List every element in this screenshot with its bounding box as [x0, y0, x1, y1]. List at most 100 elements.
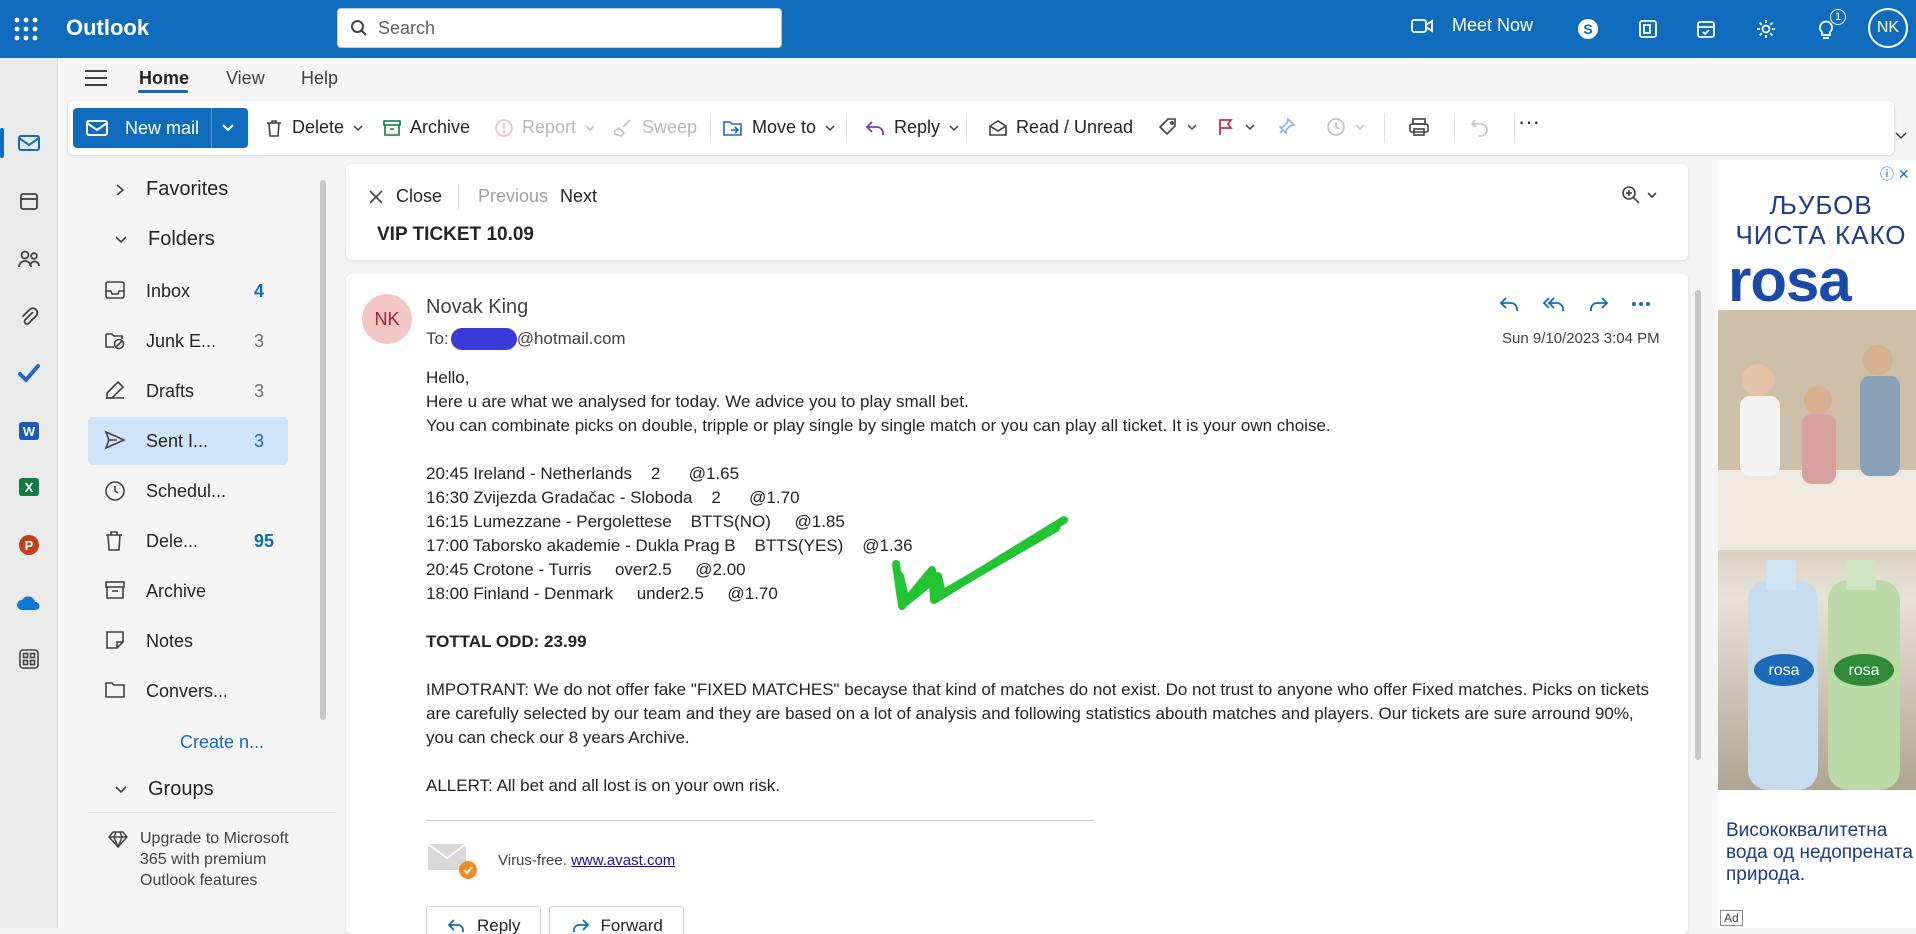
folder-conversation-history[interactable]: Convers... — [88, 667, 288, 715]
ad-info-icon[interactable]: ⓘ ✕ — [1880, 164, 1910, 184]
previous-button[interactable]: Previous — [478, 186, 548, 207]
reply-all-icon[interactable] — [1542, 294, 1566, 314]
message-subject: VIP TICKET 10.09 — [377, 224, 534, 245]
print-button[interactable] — [1408, 117, 1430, 137]
categorize-button[interactable] — [1158, 117, 1198, 137]
new-mail-button[interactable]: New mail — [73, 108, 248, 148]
ribbon-toolbar: New mail Delete Archive Report Sweep Mov… — [68, 101, 1907, 155]
folder-archive[interactable]: Archive — [88, 567, 288, 615]
more-apps-icon[interactable] — [14, 644, 44, 674]
ribbon-separator — [1514, 113, 1515, 143]
folder-junk[interactable]: Junk E... 3 — [88, 317, 288, 365]
archive-button[interactable]: Archive — [382, 117, 470, 138]
tab-help[interactable]: Help — [301, 68, 338, 89]
upgrade-banner[interactable]: Upgrade to Microsoft 365 with premium Ou… — [88, 828, 318, 891]
chevron-down-icon — [1354, 122, 1366, 132]
chevron-down-icon[interactable] — [1186, 122, 1198, 132]
favorites-header[interactable]: Favorites — [114, 178, 228, 201]
chevron-down-icon[interactable] — [948, 123, 960, 133]
more-options-button[interactable]: ··· — [1518, 109, 1540, 135]
more-icon[interactable] — [1630, 294, 1652, 314]
reply-button[interactable]: Reply — [864, 117, 960, 138]
hamburger-menu-icon[interactable] — [84, 68, 108, 88]
todo-icon[interactable] — [14, 358, 44, 388]
folder-sent-items[interactable]: Sent I... 3 — [88, 417, 288, 465]
tab-view[interactable]: View — [226, 68, 265, 89]
folder-icon — [104, 680, 126, 700]
meet-now-button[interactable]: Meet Now — [1410, 15, 1533, 36]
flag-icon — [1216, 117, 1236, 137]
folder-count: 4 — [254, 281, 265, 301]
chevron-down-icon[interactable] — [1894, 131, 1908, 141]
ad-label: Ad — [1720, 910, 1743, 926]
delete-label: Delete — [292, 117, 345, 137]
people-icon[interactable] — [14, 244, 44, 274]
folder-inbox[interactable]: Inbox 4 — [88, 267, 288, 315]
ribbon-separator — [1454, 113, 1455, 143]
onedrive-icon[interactable] — [14, 588, 44, 618]
to-domain: @hotmail.com — [516, 329, 626, 348]
folder-deleted[interactable]: Dele... 95 — [88, 517, 288, 565]
app-title[interactable]: Outlook — [66, 15, 149, 41]
create-new-folder-link[interactable]: Create n... — [180, 732, 264, 753]
junk-icon — [104, 330, 126, 350]
redacted-scribble — [450, 328, 517, 350]
powerpoint-icon[interactable]: P — [14, 530, 44, 560]
sweep-label: Sweep — [642, 117, 698, 137]
message-scrollbar[interactable] — [1695, 290, 1701, 760]
reply-icon — [864, 118, 886, 138]
sweep-button[interactable]: Sweep — [614, 117, 697, 138]
folder-scheduled[interactable]: Schedul... — [88, 467, 288, 515]
search-icon — [350, 19, 368, 37]
report-button[interactable]: Report — [494, 117, 596, 138]
sender-avatar[interactable]: NK — [362, 294, 412, 344]
mail-icon[interactable] — [14, 128, 44, 158]
groups-header[interactable]: Groups — [114, 778, 214, 801]
forward-icon[interactable] — [1586, 294, 1610, 314]
account-avatar[interactable]: NK — [1868, 8, 1908, 48]
snooze-button[interactable] — [1326, 117, 1366, 137]
avast-link[interactable]: www.avast.com — [571, 852, 675, 869]
undo-button[interactable] — [1470, 117, 1490, 137]
undo-icon — [1470, 117, 1490, 137]
chevron-down-icon — [114, 784, 128, 796]
folder-pane: Favorites Folders Inbox 4 Junk E... 3 Dr… — [58, 160, 336, 928]
chevron-down-icon[interactable] — [221, 122, 235, 134]
attachment-icon[interactable] — [14, 302, 44, 332]
folder-drafts[interactable]: Drafts 3 — [88, 367, 288, 415]
close-button[interactable]: Close — [368, 186, 442, 207]
read-unread-button[interactable]: Read / Unread — [988, 117, 1133, 138]
advertisement[interactable]: ⓘ ✕ ЉУБОВ ЧИСТА КАКО rosa rosa rosa Висо… — [1718, 160, 1916, 928]
flag-button[interactable] — [1216, 117, 1256, 137]
reply-button[interactable]: Reply — [426, 906, 542, 934]
calendar-icon[interactable] — [14, 186, 44, 216]
gear-icon[interactable] — [1752, 15, 1780, 43]
chevron-down-icon[interactable] — [824, 123, 836, 133]
delete-button[interactable]: Delete — [264, 117, 364, 138]
my-day-icon[interactable] — [1692, 15, 1720, 43]
ribbon-separator — [710, 113, 711, 143]
avast-signature: Virus-free. www.avast.com — [426, 840, 675, 880]
next-button[interactable]: Next — [560, 186, 597, 207]
diamond-icon — [108, 830, 128, 848]
folder-scrollbar[interactable] — [320, 180, 326, 720]
word-icon[interactable]: W — [14, 416, 44, 446]
excel-icon[interactable]: X — [14, 472, 44, 502]
sender-name[interactable]: Novak King — [426, 296, 528, 319]
tab-home[interactable]: Home — [139, 68, 189, 89]
folder-notes[interactable]: Notes — [88, 617, 288, 665]
skype-icon[interactable]: S — [1574, 15, 1602, 43]
chevron-down-icon[interactable] — [1244, 122, 1256, 132]
important-note: IMPOTRANT: We do not offer fake "FIXED M… — [426, 680, 1650, 747]
chevron-down-icon[interactable] — [352, 123, 364, 133]
forward-button[interactable]: Forward — [549, 906, 684, 934]
zoom-button[interactable] — [1620, 184, 1660, 206]
app-launcher-icon[interactable] — [12, 15, 40, 43]
move-to-button[interactable]: Move to — [722, 117, 836, 138]
search-input[interactable]: Search — [337, 8, 782, 48]
reply-icon[interactable] — [1498, 294, 1522, 314]
pin-button[interactable] — [1276, 117, 1296, 137]
folders-header[interactable]: Folders — [114, 228, 215, 251]
office-icon[interactable] — [1634, 15, 1662, 43]
message-actions — [1498, 294, 1652, 314]
